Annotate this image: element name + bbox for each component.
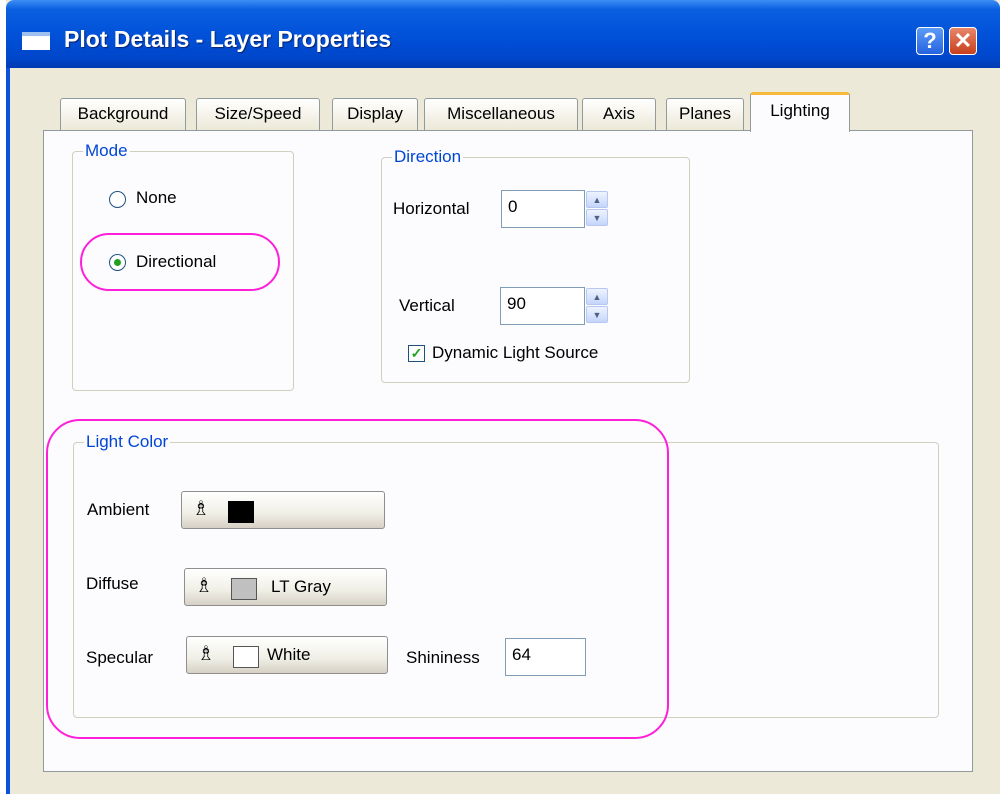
- tab-lighting[interactable]: Lighting: [750, 92, 850, 132]
- dynamic-light-checkbox[interactable]: ✓: [408, 345, 425, 362]
- dynamic-light-label[interactable]: Dynamic Light Source: [432, 343, 598, 363]
- vertical-spinner[interactable]: ▲ ▼: [586, 287, 610, 325]
- direction-legend: Direction: [394, 147, 462, 166]
- directional-highlight: [80, 233, 280, 291]
- title-bar[interactable]: Plot Details - Layer Properties ? ✕: [6, 0, 1000, 68]
- radio-none-label[interactable]: None: [136, 188, 177, 208]
- mode-legend: Mode: [85, 141, 128, 160]
- chevron-down-icon[interactable]: ▼: [586, 306, 608, 323]
- vertical-label: Vertical: [399, 296, 455, 315]
- radio-none[interactable]: [109, 191, 126, 208]
- tab-axis[interactable]: Axis: [582, 98, 656, 130]
- tab-size-speed[interactable]: Size/Speed: [196, 98, 320, 130]
- tab-miscellaneous[interactable]: Miscellaneous: [424, 98, 578, 130]
- window-icon: [22, 32, 50, 50]
- chevron-down-icon[interactable]: ▼: [586, 209, 608, 226]
- horizontal-input[interactable]: 0: [501, 190, 585, 228]
- window-frame: [6, 68, 10, 794]
- tab-display[interactable]: Display: [332, 98, 418, 130]
- chevron-up-icon[interactable]: ▲: [586, 288, 608, 305]
- chevron-up-icon[interactable]: ▲: [586, 191, 608, 208]
- horizontal-spinner[interactable]: ▲ ▼: [586, 190, 610, 228]
- close-button[interactable]: ✕: [949, 27, 977, 55]
- vertical-input[interactable]: 90: [500, 287, 585, 325]
- light-color-highlight: [46, 419, 669, 739]
- help-button[interactable]: ?: [916, 27, 944, 55]
- horizontal-label: Horizontal: [393, 199, 470, 218]
- window-title: Plot Details - Layer Properties: [64, 26, 392, 52]
- tab-planes[interactable]: Planes: [666, 98, 744, 130]
- tab-background[interactable]: Background: [60, 98, 186, 130]
